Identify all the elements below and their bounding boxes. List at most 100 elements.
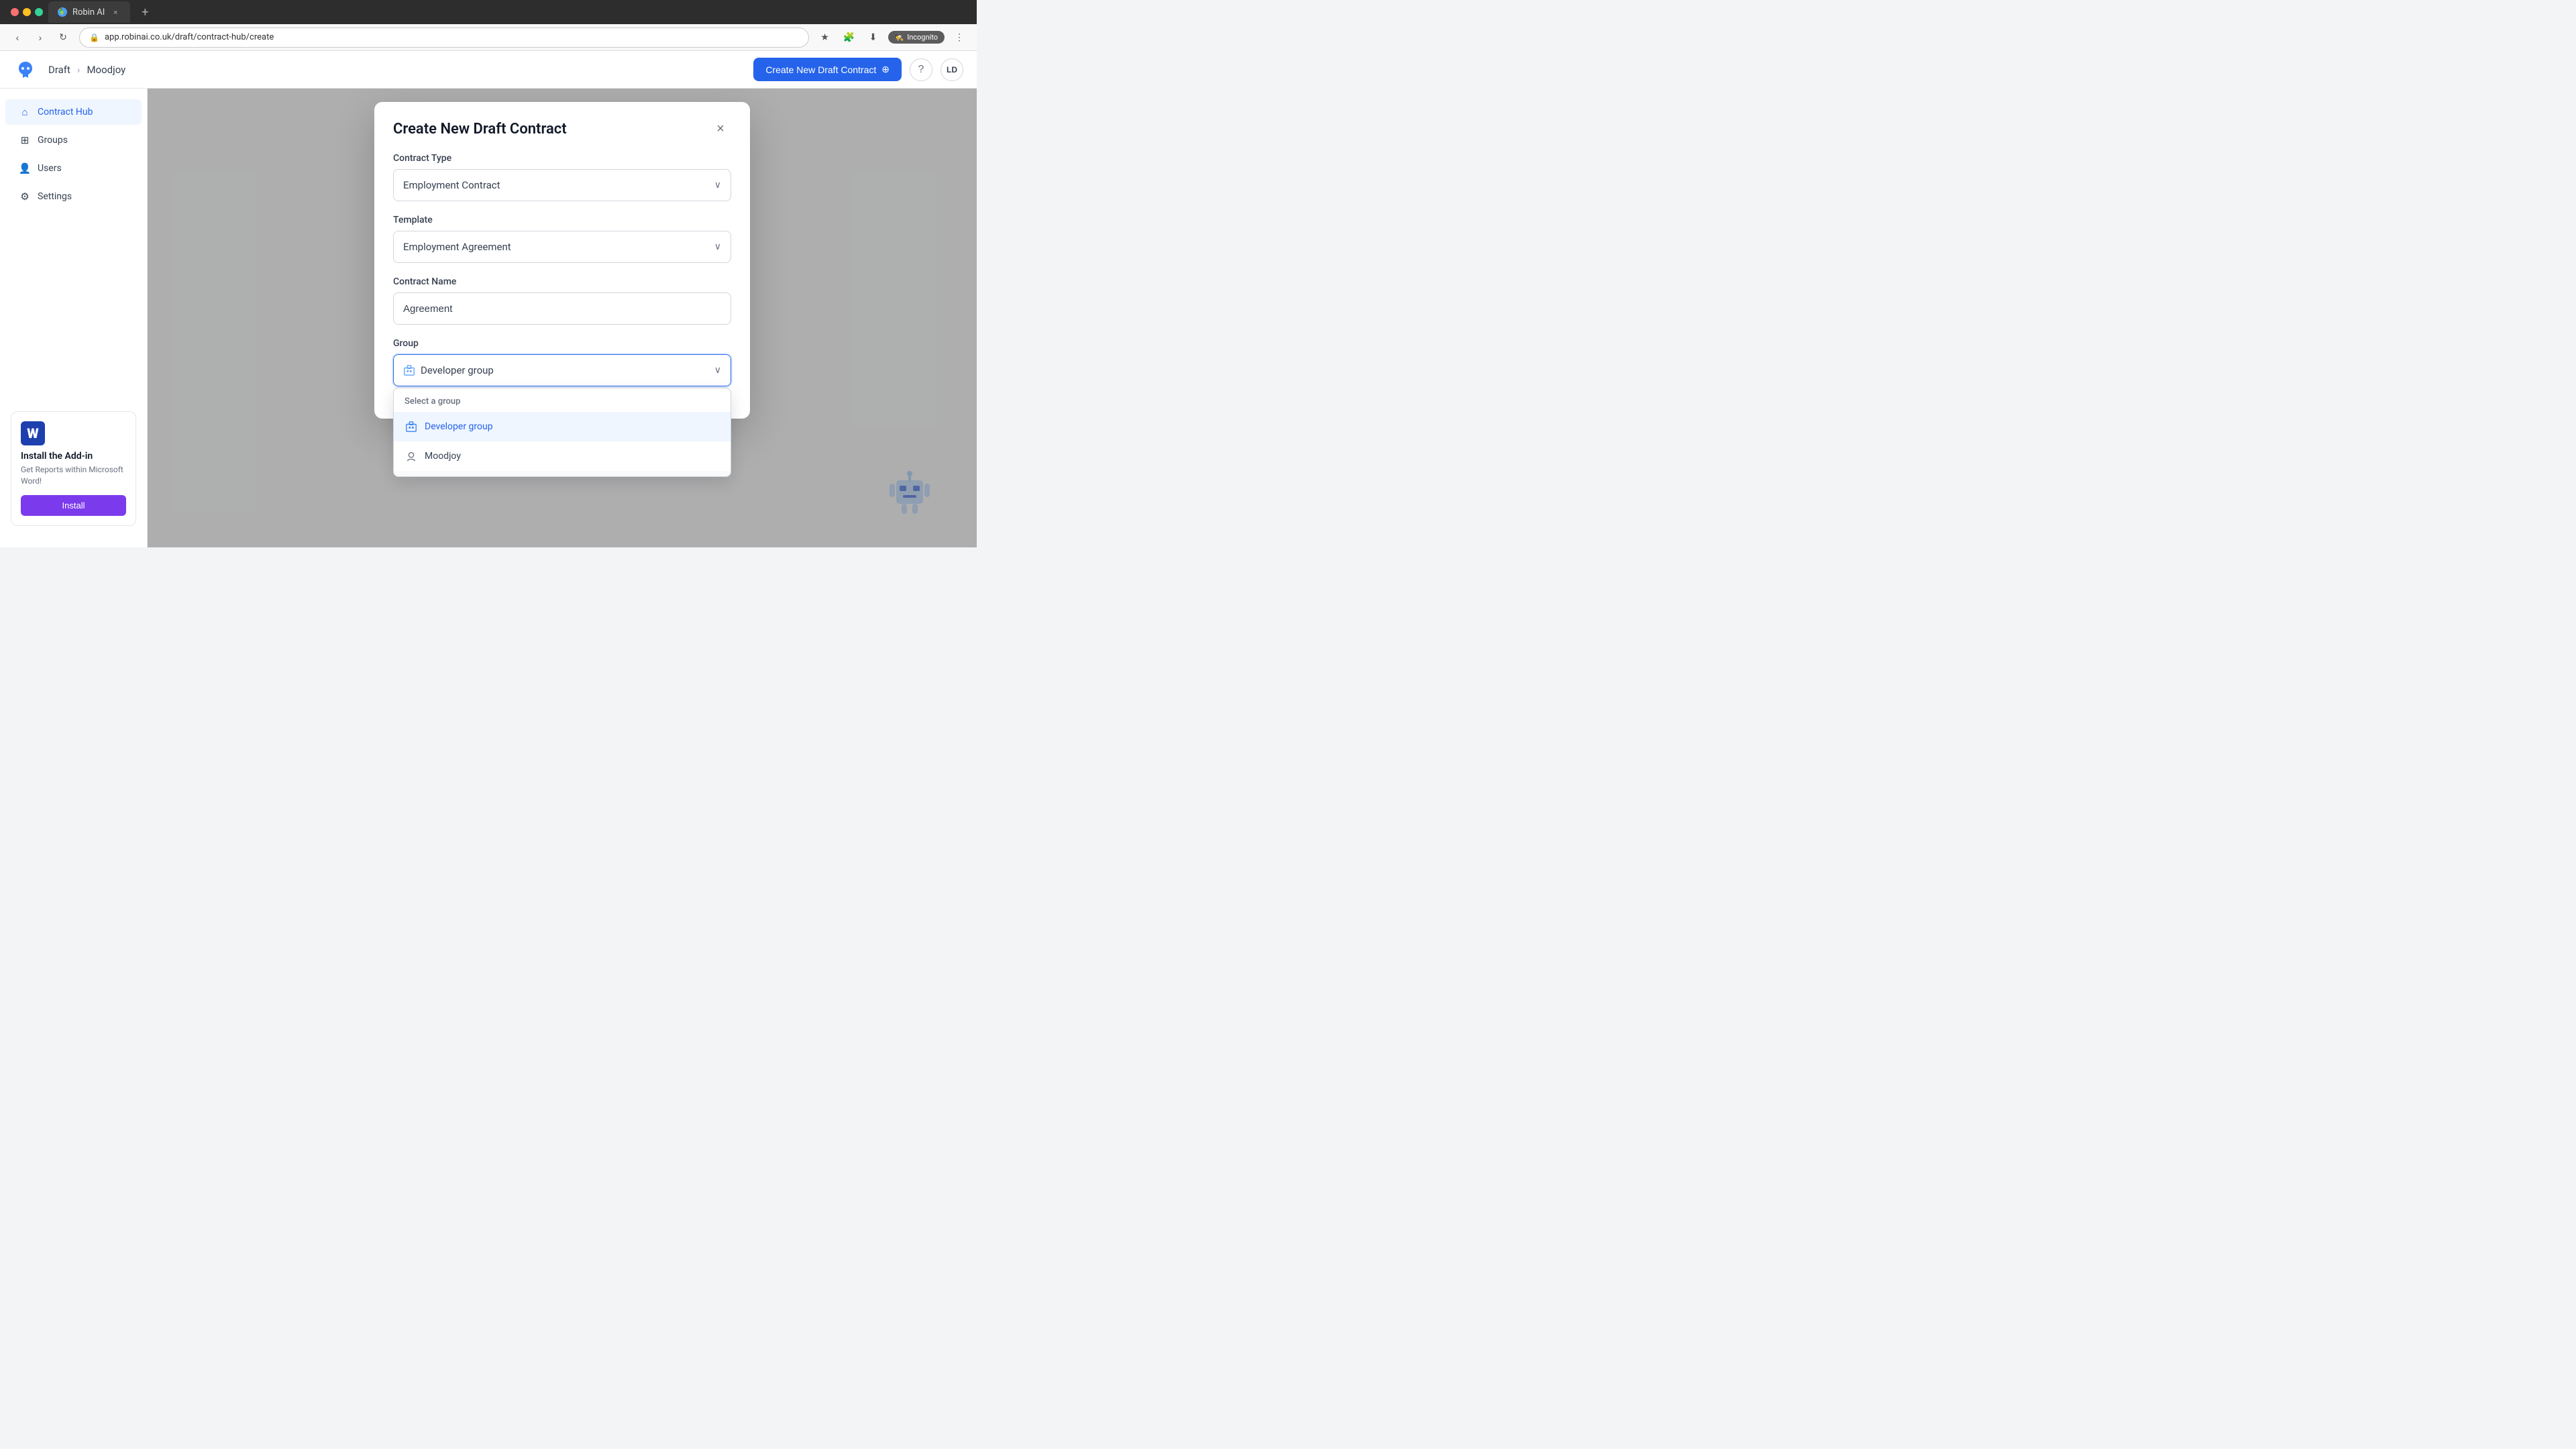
group-select[interactable]: Developer group ∨: [393, 354, 731, 386]
main-content: ⌂ Contract Hub ⊞ Groups 👤 Users ⚙ Settin…: [0, 89, 977, 547]
page-area: Create New Draft Contract × Contract Typ…: [148, 89, 977, 547]
forward-btn[interactable]: ›: [31, 28, 50, 47]
settings-icon: ⚙: [19, 191, 31, 203]
group-building-icon: [403, 364, 415, 376]
group-select-wrapper: Developer group ∨ Select a group: [393, 354, 731, 386]
nav-right: Create New Draft Contract ⊕ ? LD: [753, 58, 963, 81]
maximize-window-btn[interactable]: [35, 8, 43, 16]
browser-chrome: 🦜 Robin AI × +: [0, 0, 977, 24]
addon-card: W Install the Add-in Get Reports within …: [11, 411, 136, 526]
moodjoy-label: Moodjoy: [425, 451, 461, 462]
contract-type-label: Contract Type: [393, 153, 731, 164]
modal-header: Create New Draft Contract ×: [374, 102, 750, 153]
breadcrumb-company: Moodjoy: [87, 64, 125, 76]
logo[interactable]: [13, 58, 38, 82]
help-icon: ?: [918, 64, 924, 76]
contract-type-select[interactable]: Employment Contract ∨: [393, 169, 731, 201]
download-btn[interactable]: ⬇: [864, 28, 883, 47]
modal-title: Create New Draft Contract: [393, 121, 567, 138]
word-icon: W: [21, 421, 45, 445]
refresh-btn[interactable]: ↻: [54, 28, 72, 47]
addon-title: Install the Add-in: [21, 451, 126, 462]
developer-group-icon: [405, 420, 418, 433]
moodjoy-icon: [405, 449, 418, 463]
users-icon: 👤: [19, 162, 31, 174]
address-actions: ★ 🧩 ⬇ 🕵 Incognito ⋮: [816, 28, 969, 47]
modal-close-btn[interactable]: ×: [710, 118, 731, 140]
minimize-window-btn[interactable]: [23, 8, 31, 16]
more-btn[interactable]: ⋮: [950, 28, 969, 47]
group-selected-label: Developer group: [421, 364, 494, 376]
create-new-draft-btn[interactable]: Create New Draft Contract ⊕: [753, 58, 902, 81]
sidebar-item-users[interactable]: 👤 Users: [5, 156, 142, 181]
group-dropdown[interactable]: Select a group: [393, 388, 731, 477]
incognito-label: Incognito: [907, 33, 938, 42]
template-select[interactable]: Employment Agreement ∨: [393, 231, 731, 263]
install-btn[interactable]: Install: [21, 495, 126, 516]
group-label: Group: [393, 338, 731, 349]
new-tab-btn[interactable]: +: [136, 3, 154, 21]
group-form-group: Group: [393, 338, 731, 386]
tab-close-btn[interactable]: ×: [110, 7, 121, 17]
contract-name-label: Contract Name: [393, 276, 731, 287]
sidebar: ⌂ Contract Hub ⊞ Groups 👤 Users ⚙ Settin…: [0, 89, 148, 547]
contract-type-chevron-icon: ∨: [714, 180, 721, 191]
active-tab[interactable]: 🦜 Robin AI ×: [48, 1, 130, 23]
dropdown-item-moodjoy[interactable]: Moodjoy: [394, 441, 731, 471]
modal-overlay[interactable]: Create New Draft Contract × Contract Typ…: [148, 89, 977, 547]
sidebar-label-users: Users: [38, 163, 62, 174]
tab-title: Robin AI: [72, 7, 105, 17]
top-nav: Draft › Moodjoy Create New Draft Contrac…: [0, 51, 977, 89]
modal-body: Contract Type Employment Contract ∨ Temp…: [374, 153, 750, 419]
dropdown-scroll-thumb[interactable]: [724, 476, 728, 477]
avatar-initials: LD: [947, 65, 957, 74]
url-bar[interactable]: 🔒 app.robinai.co.uk/draft/contract-hub/c…: [79, 28, 809, 48]
back-btn[interactable]: ‹: [8, 28, 27, 47]
plus-icon: ⊕: [881, 64, 890, 75]
sidebar-item-settings[interactable]: ⚙ Settings: [5, 184, 142, 209]
contract-type-group: Contract Type Employment Contract ∨: [393, 153, 731, 201]
bookmark-btn[interactable]: ★: [816, 28, 835, 47]
sidebar-label-groups: Groups: [38, 135, 68, 146]
user-avatar-btn[interactable]: LD: [941, 58, 963, 81]
address-bar: ‹ › ↻ 🔒 app.robinai.co.uk/draft/contract…: [0, 24, 977, 51]
contract-name-input[interactable]: [393, 292, 731, 325]
window-controls[interactable]: [11, 8, 43, 16]
extensions-btn[interactable]: 🧩: [840, 28, 859, 47]
create-btn-label: Create New Draft Contract: [765, 64, 876, 75]
app-container: Draft › Moodjoy Create New Draft Contrac…: [0, 51, 977, 547]
sidebar-item-contract-hub[interactable]: ⌂ Contract Hub: [5, 99, 142, 125]
breadcrumb-separator: ›: [77, 64, 80, 76]
word-letter: W: [27, 425, 38, 441]
contract-hub-icon: ⌂: [19, 106, 31, 118]
dropdown-item-developer-group[interactable]: Developer group: [394, 412, 731, 441]
template-group: Template Employment Agreement ∨: [393, 215, 731, 263]
url-text: app.robinai.co.uk/draft/contract-hub/cre…: [105, 32, 274, 42]
addon-desc: Get Reports within Microsoft Word!: [21, 464, 126, 487]
close-icon: ×: [716, 121, 724, 137]
contract-name-group: Contract Name: [393, 276, 731, 325]
dropdown-header-label: Select a group: [394, 388, 731, 412]
breadcrumb-draft[interactable]: Draft: [48, 64, 70, 76]
template-value: Employment Agreement: [403, 241, 511, 253]
sidebar-label-contract-hub: Contract Hub: [38, 107, 93, 117]
template-label: Template: [393, 215, 731, 225]
developer-group-label: Developer group: [425, 421, 493, 432]
breadcrumb: Draft › Moodjoy: [48, 64, 125, 76]
help-btn[interactable]: ?: [910, 58, 932, 81]
sidebar-label-settings: Settings: [38, 191, 72, 202]
incognito-badge: 🕵 Incognito: [888, 31, 945, 44]
groups-icon: ⊞: [19, 134, 31, 146]
group-chevron-icon: ∨: [714, 365, 721, 376]
nav-buttons[interactable]: ‹ › ↻: [8, 28, 72, 47]
secure-icon: 🔒: [89, 33, 99, 42]
incognito-icon: 🕵: [895, 33, 904, 42]
template-chevron-icon: ∨: [714, 241, 721, 252]
sidebar-item-groups[interactable]: ⊞ Groups: [5, 127, 142, 153]
group-select-value: Developer group: [403, 364, 494, 376]
modal-dialog: Create New Draft Contract × Contract Typ…: [374, 102, 750, 419]
install-btn-label: Install: [62, 500, 85, 511]
contract-type-value: Employment Contract: [403, 179, 500, 191]
tab-favicon: 🦜: [58, 7, 67, 17]
close-window-btn[interactable]: [11, 8, 19, 16]
